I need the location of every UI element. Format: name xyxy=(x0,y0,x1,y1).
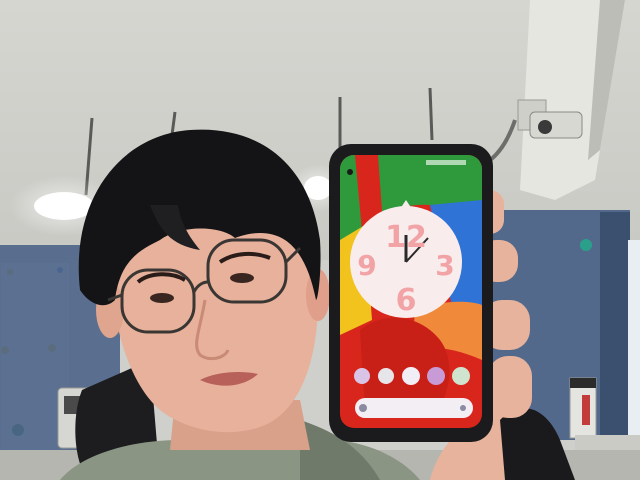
clock-numeral-6: 6 xyxy=(396,283,417,318)
search-icon xyxy=(359,404,367,412)
search-bar[interactable] xyxy=(355,398,473,418)
app-icon[interactable] xyxy=(378,368,394,384)
app-icon[interactable] xyxy=(452,367,470,385)
status-bar-icons xyxy=(426,160,466,165)
clock-numeral-3: 3 xyxy=(435,249,454,282)
camera-icon xyxy=(347,169,353,175)
photo-illustration: 12 3 6 9 xyxy=(0,0,640,480)
clock-numeral-9: 9 xyxy=(357,249,376,282)
phone-screen: 12 3 6 9 xyxy=(340,155,482,428)
app-icon[interactable] xyxy=(427,367,445,385)
photo-scene: 12 3 6 9 xyxy=(0,0,640,480)
app-icon[interactable] xyxy=(354,368,370,384)
clock-numeral-12: 12 xyxy=(385,220,427,255)
app-icon[interactable] xyxy=(402,367,420,385)
mic-icon xyxy=(460,405,466,411)
